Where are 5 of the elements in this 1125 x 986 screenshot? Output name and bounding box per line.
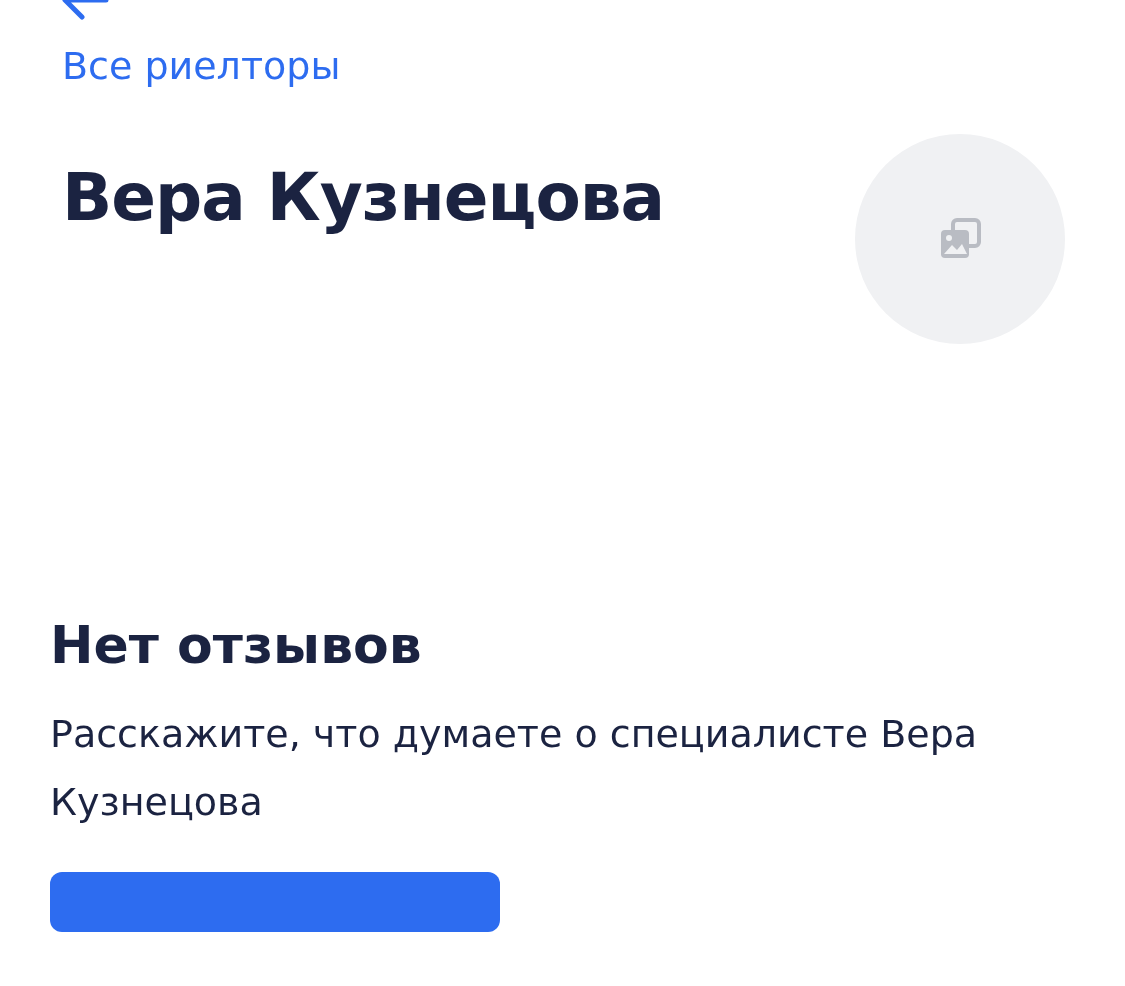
reviews-prompt: Расскажите, что думаете о специалисте Вера Кузнецова: [50, 711, 979, 827]
realtor-name: Вера Кузнецова: [62, 158, 665, 238]
back-link[interactable]: Все риелторы: [62, 44, 341, 88]
reviews-title: Нет отзывов: [50, 614, 423, 677]
review-button[interactable]: [50, 872, 500, 933]
